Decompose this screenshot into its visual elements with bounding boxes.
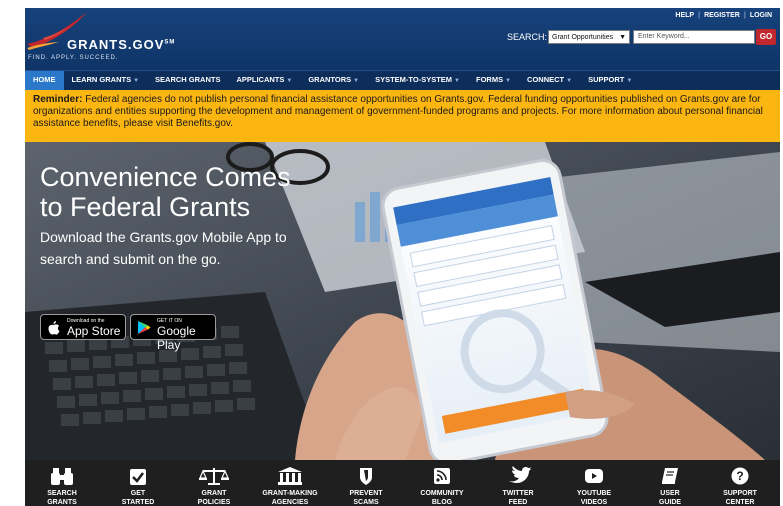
hero-copy: Convenience Comes to Federal Grants Down… [40,162,320,270]
search-go-button[interactable]: GO [756,29,776,45]
reminder-banner: Reminder: Federal agencies do not publis… [25,90,780,142]
help-link[interactable]: HELP [675,12,694,19]
book-icon [662,468,678,484]
caret-down-icon: ▼ [566,78,573,84]
login-link[interactable]: LOGIN [750,12,772,19]
app-store-badge[interactable]: Download on the App Store [40,314,126,340]
google-play-icon [138,321,151,334]
caret-down-icon: ▼ [505,78,512,84]
quick-link-community-blog[interactable]: COMMUNITY BLOG [407,466,477,506]
nav-grantors[interactable]: GRANTORS ▼ [300,71,367,90]
quick-link-grant-making-agencies[interactable]: GRANT-MAKING AGENCIES [255,466,325,506]
quick-link-grant-policies[interactable]: GRANT POLICIES [179,466,249,506]
question-icon: ? [731,467,749,485]
twitter-icon [509,466,531,483]
quick-link-search-grants[interactable]: SEARCH GRANTS [27,466,97,506]
hero-banner[interactable]: Convenience Comes to Federal Grants Down… [25,142,780,460]
keyword-search-input[interactable]: Enter Keyword... [633,30,755,44]
rss-icon [434,468,450,484]
nav-support[interactable]: SUPPORT ▼ [580,71,640,90]
google-play-label: Google Play [157,324,196,352]
site-header: GRANTS.GOVSM FIND. APPLY. SUCCEED. HELP |… [25,8,780,70]
hero-title: Convenience Comes to Federal Grants [40,162,291,222]
nav-applicants[interactable]: APPLICANTS ▼ [228,71,300,90]
register-link[interactable]: REGISTER [704,12,740,19]
quick-link-youtube-videos[interactable]: YOUTUBE VIDEOS [559,466,629,506]
quick-link-get-started[interactable]: GET STARTED [103,466,173,506]
nav-connect[interactable]: CONNECT ▼ [519,71,580,90]
shield-icon [360,468,372,485]
nav-system-to-system[interactable]: SYSTEM-TO-SYSTEM ▼ [367,71,468,90]
browser-viewport: GRANTS.GOVSM FIND. APPLY. SUCCEED. HELP |… [0,0,783,506]
apple-icon [48,321,60,335]
grants-gov-site: GRANTS.GOVSM FIND. APPLY. SUCCEED. HELP |… [25,8,780,506]
quick-link-user-guide[interactable]: USER GUIDE [635,466,705,506]
nav-search-grants[interactable]: SEARCH GRANTS [147,71,228,90]
search-type-select[interactable]: Grant Opportunities ▼ [548,30,630,44]
caret-down-icon: ▼ [626,78,633,84]
caret-down-icon: ▼ [353,78,360,84]
google-play-badge[interactable]: GET IT ON Google Play [130,314,216,352]
main-nav: HOME LEARN GRANTS ▼ SEARCH GRANTS APPLICA… [25,70,780,90]
chevron-down-icon: ▼ [619,34,626,41]
nav-forms[interactable]: FORMS ▼ [468,71,519,90]
quick-links-bar: SEARCHGRANTS GETSTARTED GRANTPOLICIES [25,460,780,506]
site-tagline: FIND. APPLY. SUCCEED. [28,55,119,61]
play-icon [585,469,603,483]
caret-down-icon: ▼ [286,78,293,84]
quick-link-twitter-feed[interactable]: TWITTER FEED [483,466,553,506]
hero-subtitle: Download the Grants.gov Mobile App to se… [40,229,287,267]
reminder-label: Reminder: [33,94,83,105]
nav-learn-grants[interactable]: LEARN GRANTS ▼ [64,71,148,90]
app-store-label: App Store [67,324,121,338]
caret-down-icon: ▼ [454,78,460,84]
site-logo[interactable]: GRANTS.GOVSM [67,37,175,52]
utility-links: HELP | REGISTER | LOGIN [675,12,772,19]
building-icon [278,467,302,485]
reminder-text: Federal agencies do not publish personal… [33,94,763,129]
checkbox-icon [130,469,146,485]
search-label: SEARCH: [507,32,548,42]
scales-icon [199,468,229,485]
nav-home[interactable]: HOME [25,71,64,90]
quick-link-prevent-scams[interactable]: PREVENT SCAMS [331,466,401,506]
caret-down-icon: ▼ [133,78,140,84]
quick-link-support-center[interactable]: ? SUPPORT CENTER [705,466,775,506]
svg-text:?: ? [736,469,743,483]
binoculars-icon [51,468,73,485]
